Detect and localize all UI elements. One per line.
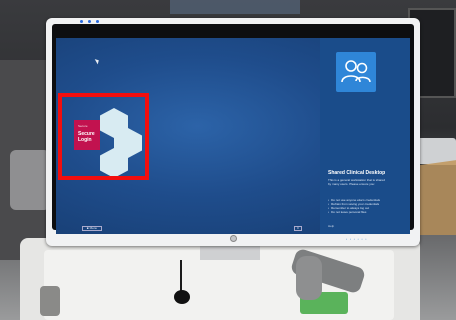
highlight-annotation-box xyxy=(58,93,149,180)
panel-description: This is a general workstation that is sh… xyxy=(328,178,388,186)
menu-button[interactable]: ■ Menu xyxy=(82,226,102,231)
barcode-scanner-head xyxy=(296,256,322,300)
photo-scene: Secure Secure Login ■ Menu ≡ Shared Clin… xyxy=(0,0,456,320)
cart-handle xyxy=(40,286,60,316)
monitor-stand xyxy=(200,246,260,260)
monitor-status-dots: • • • • • • xyxy=(346,237,368,241)
camera-led xyxy=(88,20,91,23)
panel-help-link[interactable]: Help xyxy=(328,224,334,228)
brand-logo xyxy=(230,235,237,242)
shared-desktop-panel: Shared Clinical Desktop This is a genera… xyxy=(320,38,410,234)
users-icon xyxy=(336,52,376,92)
panel-rules-list: Do not use anyone else's credentials Ref… xyxy=(328,198,392,214)
options-button[interactable]: ≡ xyxy=(294,226,302,231)
panel-subtext: Please ensure you: xyxy=(349,182,375,186)
ceiling-light xyxy=(170,0,300,14)
mouse-cursor-icon xyxy=(94,57,101,65)
camera-led xyxy=(80,20,83,23)
mouse xyxy=(174,290,190,304)
list-item: Do not leave personal files xyxy=(328,210,392,214)
background-bag xyxy=(10,150,50,210)
panel-title: Shared Clinical Desktop xyxy=(328,170,386,176)
camera-led xyxy=(96,20,99,23)
